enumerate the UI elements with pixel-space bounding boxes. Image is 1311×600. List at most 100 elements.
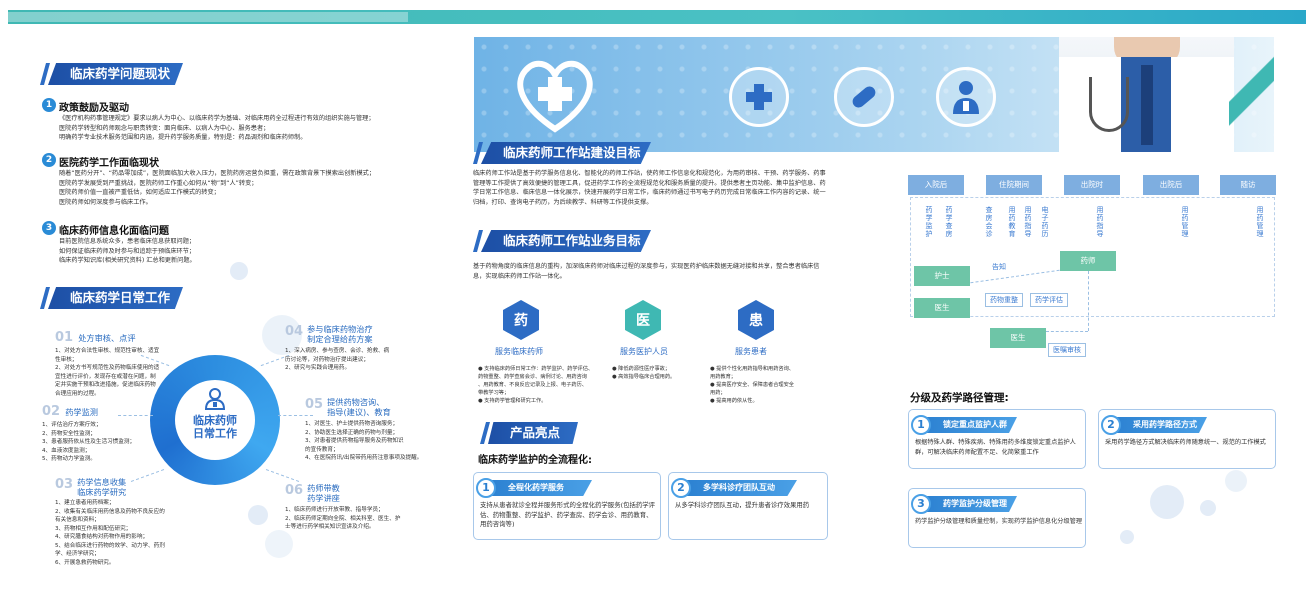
flow-label: 查房会诊 bbox=[985, 206, 993, 238]
title-line: 药学讲座 bbox=[307, 493, 340, 503]
text-line: 2、收集有关临床用药信息及药物不良反应的 bbox=[55, 508, 165, 515]
flow-label: 用药指导 bbox=[1096, 206, 1104, 238]
ring-center-label: 临床药师 日常工作 bbox=[175, 414, 255, 440]
section-title: 临床药学问题现状 bbox=[48, 63, 183, 85]
path-card-1: 锁定重点监护人群 1 根据特殊人群、特殊疾病、特殊用药多维度锁定重点监护人群，可… bbox=[908, 409, 1086, 469]
item-number: 02 bbox=[42, 404, 61, 419]
hex-icon-patient: 患 bbox=[738, 300, 774, 340]
text-line: 士等进行药学相关知识宣讲及介绍。 bbox=[285, 524, 375, 530]
text-line: 3、对患者提供药物指导服务及药物知识 bbox=[305, 438, 404, 444]
number-badge: 3 bbox=[42, 221, 56, 235]
text-line: 1、临床药师进行开放带教、指导学员； bbox=[285, 507, 384, 513]
decorative-bubble bbox=[1225, 470, 1247, 492]
text-line: 医院药学发展受到严重挑战，医院药师工作重心如何从“物”到“人”转变； bbox=[59, 179, 258, 187]
text-line: ● 提高用药依从性。 bbox=[710, 398, 758, 404]
text-line: 医院药师如何深度参与临床工作。 bbox=[59, 198, 152, 206]
flow-step-admission: 入院后 bbox=[908, 175, 964, 195]
flow-tag-assess: 药学评估 bbox=[1030, 293, 1068, 307]
text-line: 4、血液浓度监测； bbox=[42, 447, 91, 454]
decorative-bubble bbox=[265, 530, 293, 558]
text-line: ● 提供个性化用药指导和用药咨询、 bbox=[710, 366, 794, 372]
doctor-photo bbox=[1059, 37, 1234, 152]
item-text: 1、对处方合法性审核、规范性审核、适宜 性审核； 2、对处方书写规范性及药物临床… bbox=[55, 347, 165, 398]
card-text: 根据特殊人群、特殊疾病、特殊用药多维度锁定重点监护人群，可解决临床药师配置不足、… bbox=[915, 439, 1076, 456]
item-number: 01 bbox=[55, 330, 74, 345]
service-medical-text: ● 降低药源性医疗事故； ● 高效指导临床合理用药。 bbox=[612, 365, 712, 381]
decorative-bubble bbox=[1150, 485, 1184, 519]
section-accent bbox=[473, 230, 483, 252]
item-number: 06 bbox=[285, 483, 304, 498]
card-number: 2 bbox=[671, 478, 691, 498]
service-title: 服务医护人员 bbox=[620, 347, 668, 356]
flow-label: 用药管理 bbox=[1181, 206, 1189, 238]
section-title: 产品亮点 bbox=[488, 422, 578, 444]
text-line: 4、研究膳食结构对药物作用的影响； bbox=[55, 534, 149, 540]
text-line: 随着“医药分开”、“药品零加成”，医院面临加大收入压力，医院药房运营负担重，需在… bbox=[59, 170, 376, 177]
text-line: 带教学习等； bbox=[478, 390, 510, 396]
pill-icon bbox=[834, 67, 894, 127]
daily-item-02: 02 药学监测 1、评估治疗方案疗效； 2、药物安全性监测； 3、患者服药依从性… bbox=[42, 400, 152, 464]
center-line: 临床药师 bbox=[193, 414, 237, 427]
item-number: 04 bbox=[285, 324, 304, 339]
text-line: 目前医院信息系统众多，患者临床信息获取问题； bbox=[59, 238, 196, 245]
text-line: 2、药物安全性监测； bbox=[42, 430, 96, 437]
card-text: 从多学科诊疗团队互动，提升患者诊疗效果用药 bbox=[675, 501, 810, 509]
flow-inform-label: 告知 bbox=[992, 263, 1006, 271]
doctor-icon bbox=[936, 67, 996, 127]
service-medical-staff: 医 服务医护人员 bbox=[620, 300, 720, 357]
title-line: 药学信息收集 bbox=[77, 477, 127, 487]
flow-step-followup: 随访 bbox=[1220, 175, 1276, 195]
service-pharmacist-text: ● 支持临床药师日常工作：药学监护、药学评估、 药物重整、药学查房会诊、病例讨论… bbox=[478, 365, 608, 405]
flow-node-nurse: 护士 bbox=[914, 266, 970, 286]
flow-node-pharmacist: 药师 bbox=[1060, 251, 1116, 271]
text-line: 1、建立患者用药档案； bbox=[55, 500, 115, 506]
card-text: 采用药学路径方式解决临床药师随意统一、规范的工作模式 bbox=[1105, 439, 1266, 446]
section-title: 临床药师工作站建设目标 bbox=[481, 142, 651, 164]
number-badge: 1 bbox=[42, 98, 56, 112]
path-card-3: 药学监护分级管理 3 药学监护分级管理和质量控制，实现药学监护信息化分级管理 bbox=[908, 488, 1086, 548]
flow-step-discharge: 出院时 bbox=[1064, 175, 1120, 195]
title-line: 参与临床药物治疗 bbox=[307, 324, 373, 334]
card-title: 全程化药学服务 bbox=[482, 480, 592, 496]
problem-text: 《医疗机构药事管理规定》要求以病人为中心、以临床药学为基础、对临床用药全过程进行… bbox=[59, 114, 419, 143]
text-line: 5、结合临床进行药物的效学、动力学、药剂 bbox=[55, 542, 165, 549]
number-badge: 2 bbox=[42, 153, 56, 167]
service-title: 服务患者 bbox=[735, 347, 767, 356]
text-line: 学、经济学研究； bbox=[55, 551, 100, 557]
connector-line bbox=[265, 469, 300, 482]
section-accent bbox=[40, 63, 50, 85]
card-title: 多学科诊疗团队互动 bbox=[677, 480, 797, 496]
item-text: 1、评估治疗方案疗效； 2、药物安全性监测； 3、患者服药依从性及生活习惯监测；… bbox=[42, 421, 152, 464]
section-title: 临床药学日常工作 bbox=[48, 287, 183, 309]
text-line: 医院药学转型和药师观念与职责转变：面向临床、以病人为中心、服务患者； bbox=[59, 124, 270, 132]
flow-tag-order-review: 医嘱审核 bbox=[1048, 343, 1086, 357]
daily-item-01: 01 处方审核、点评 1、对处方合法性审核、规范性审核、适宜 性审核； 2、对处… bbox=[55, 326, 165, 398]
text-line: 5、药物动力学监测。 bbox=[42, 456, 96, 462]
item-number: 03 bbox=[55, 477, 74, 492]
text-line: 1、深入病房、参与查房、会诊、抢救、病 bbox=[285, 348, 390, 354]
path-card-2: 采用药学路径方式 2 采用药学路径方式解决临床药师随意统一、规范的工作模式 bbox=[1098, 409, 1276, 469]
flow-label: 电子药历 bbox=[1041, 206, 1049, 238]
section-title: 临床药师工作站业务目标 bbox=[481, 230, 651, 252]
daily-item-03: 03 药学信息收集 临床药学研究 1、建立患者用药档案； 2、收集有关临床用药信… bbox=[55, 477, 175, 567]
text-line: 3、药物相互作用和配伍研究； bbox=[55, 525, 132, 532]
item-title: 提供药物咨询、 指导(建议)、教育 bbox=[327, 397, 391, 417]
card-title: 采用药学路径方式 bbox=[1107, 417, 1207, 433]
text-line: 1、评估治疗方案疗效； bbox=[42, 422, 102, 428]
item-text: 1、建立患者用药档案； 2、收集有关临床用药信息及药物不良反应的 有关信息和资料… bbox=[55, 499, 175, 567]
problem-title: 医院药学工作面临现状 bbox=[59, 158, 159, 169]
text-line: ● 降低药源性医疗事故； bbox=[612, 366, 671, 372]
text-line: ● 提高医疗安全、保障患者合理安全 bbox=[710, 382, 794, 388]
item-text: 1、临床药师进行开放带教、指导学员； 2、临床药师定期向全院、相关科室、医生、护… bbox=[285, 506, 415, 532]
text-line: 合理应用的过程。 bbox=[55, 390, 100, 397]
problem-title: 临床药师信息化面临问题 bbox=[59, 226, 169, 237]
item-title: 药学信息收集 临床药学研究 bbox=[77, 477, 126, 497]
text-line: 1、对处方合法性审核、规范性审核、适宜 bbox=[55, 348, 160, 354]
text-line: 宜性进行评价，发现存在或潜在问题，制 bbox=[55, 373, 156, 380]
flow-tag-reconcile: 药物重整 bbox=[985, 293, 1023, 307]
flow-label: 用药指导 bbox=[1024, 206, 1032, 238]
title-line: 药师带教 bbox=[307, 483, 340, 493]
daily-item-06: 06 药师带教 药学讲座 1、临床药师进行开放带教、指导学员； 2、临床药师定期… bbox=[285, 483, 415, 532]
banner-arrow bbox=[1229, 37, 1274, 152]
flow-node-doctor-2: 医生 bbox=[990, 328, 1046, 348]
